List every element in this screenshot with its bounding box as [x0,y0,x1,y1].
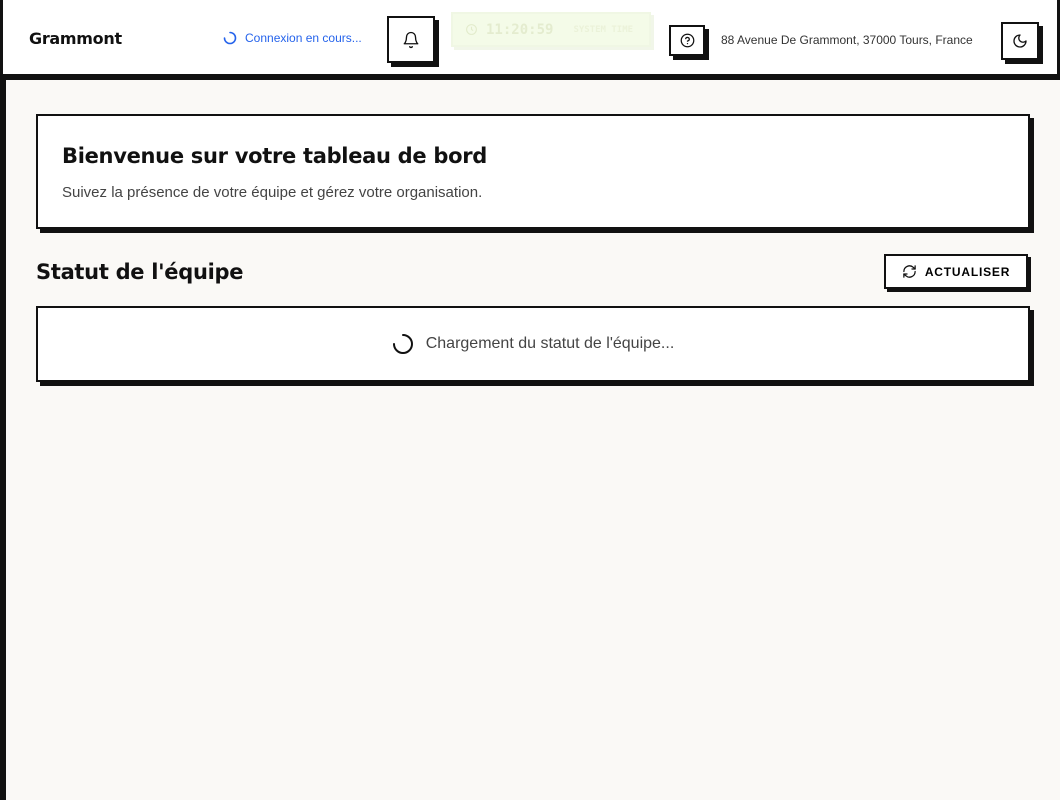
team-status-title: Statut de l'équipe [36,260,244,284]
welcome-card: Bienvenue sur votre tableau de bord Suiv… [36,114,1030,229]
brand-name[interactable]: Grammont [29,29,122,48]
team-status-loading-text: Chargement du statut de l'équipe... [425,335,675,352]
connection-status: Connexion en cours... [223,31,362,45]
clock-icon [466,24,477,35]
team-status-card: Chargement du statut de l'équipe... [36,306,1030,382]
refresh-icon [903,265,916,278]
clock-label: SYSTEM TIME [573,24,634,35]
notifications-button[interactable] [387,16,435,63]
system-clock: 11:20:59 SYSTEM TIME [451,12,651,47]
bell-icon [403,31,419,48]
top-bar: Grammont Connexion en cours... 11:20:59 … [0,0,1060,80]
question-circle-icon [680,33,694,48]
clock-time: 11:20:59 [486,21,554,38]
location-address: 88 Avenue De Grammont, 37000 Tours, Fran… [721,33,973,47]
spinner-icon [392,334,413,354]
welcome-subtitle: Suivez la présence de votre équipe et gé… [62,184,483,201]
spinner-icon [223,31,237,45]
dashboard-main: Bienvenue sur votre tableau de bord Suiv… [0,80,1060,800]
theme-toggle-button[interactable] [1001,22,1039,60]
moon-icon [1013,34,1027,48]
refresh-button[interactable]: ACTUALISER [884,254,1028,289]
help-button[interactable] [669,25,705,56]
refresh-button-label: ACTUALISER [924,264,1011,279]
welcome-title: Bienvenue sur votre tableau de bord [62,144,488,168]
connection-status-text: Connexion en cours... [245,31,362,45]
